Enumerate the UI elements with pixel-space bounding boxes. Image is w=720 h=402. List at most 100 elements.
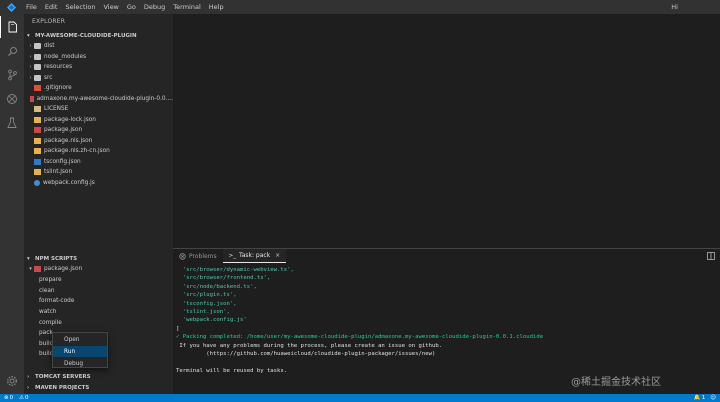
context-menu: Open Run Debug [52, 332, 108, 368]
menu-terminal[interactable]: Terminal [169, 0, 204, 14]
npm-script-item[interactable]: watch [24, 307, 173, 318]
npm-script-item[interactable]: compile [24, 317, 173, 328]
menu-selection[interactable]: Selection [61, 0, 99, 14]
file-item[interactable]: package.nls.zh-cn.json [24, 146, 173, 157]
user-greeting[interactable]: Hi [671, 0, 678, 14]
file-item[interactable]: webpack.config.js [24, 178, 173, 189]
context-menu-open[interactable]: Open [53, 334, 107, 345]
chevron-right-icon: › [29, 64, 32, 71]
file-item[interactable]: .gitignore [24, 83, 173, 94]
tree-item-label: package.nls.json [44, 137, 93, 144]
folder-item[interactable]: › src [24, 73, 173, 84]
tree-item-label: package-lock.json [44, 116, 96, 123]
tab-problems-label: Problems [189, 252, 217, 260]
tree-item-label: tslint.json [44, 169, 73, 176]
npm-script-label: prepare [39, 277, 62, 284]
json-file-icon [34, 169, 41, 176]
tomcat-title: TOMCAT SERVERS [35, 373, 91, 380]
feedback-icon[interactable]: ☺ [710, 395, 716, 401]
editor-area[interactable] [173, 14, 720, 248]
npm-script-item[interactable]: format-code [24, 296, 173, 307]
menu-help[interactable]: Help [205, 0, 228, 14]
maximize-panel-icon[interactable] [707, 252, 715, 260]
notifications-count: 1 [701, 395, 706, 401]
folder-file-icon [34, 64, 41, 71]
project-name: MY-AWESOME-CLOUDIDE-PLUGIN [35, 32, 137, 39]
title-bar: File Edit Selection View Go Debug Termin… [0, 0, 720, 14]
search-icon[interactable] [0, 40, 24, 62]
ts-file-icon [34, 158, 41, 165]
js-file-icon [34, 179, 40, 186]
terminal-line: If you have any problems during the proc… [176, 342, 443, 349]
folder-item[interactable]: › dist [24, 41, 173, 52]
license-file-icon [34, 106, 41, 113]
tree-item-label: admaxone.my-awesome-cloudide-plugin-0.0.… [36, 95, 173, 102]
folder-item[interactable]: › resources [24, 62, 173, 73]
terminal-line: 'tsconfig.json', [176, 300, 237, 307]
maven-section-header[interactable]: › MAVEN PROJECTS [24, 382, 173, 393]
file-item[interactable]: package.json [24, 125, 173, 136]
npm-package-item[interactable]: ▾ package.json [24, 264, 173, 275]
tree-item-label: .gitignore [44, 85, 72, 92]
panel-tabs: Problems >_ Task: pack × [173, 249, 720, 263]
warnings-count: 0 [25, 395, 29, 401]
file-item[interactable]: tsconfig.json [24, 157, 173, 168]
terminal-line: (https://github.com/huaweicloud/cloudide… [176, 351, 436, 358]
extensions-icon[interactable] [0, 88, 24, 110]
package-json-icon [34, 266, 41, 273]
terminal-line: 'src/browser/dynamic-webview.ts', [176, 267, 294, 273]
explorer-icon[interactable] [0, 16, 24, 38]
tab-task-pack[interactable]: >_ Task: pack × [222, 249, 287, 263]
settings-icon[interactable] [0, 370, 24, 392]
chevron-down-icon: ▾ [27, 255, 30, 262]
context-menu-run[interactable]: Run [53, 346, 107, 357]
notifications-status[interactable]: 🔔 1 [694, 395, 705, 401]
file-item[interactable]: tslint.json [24, 167, 173, 178]
terminal-line: 'src/plugin.ts', [176, 292, 237, 299]
folder-item[interactable]: › node_modules [24, 52, 173, 63]
source-control-icon[interactable] [0, 64, 24, 86]
menu-go[interactable]: Go [123, 0, 140, 14]
npm-script-item[interactable]: clean [24, 286, 173, 297]
folder-file-icon [34, 74, 41, 81]
npm-script-label: compile [39, 319, 62, 326]
terminal-line: 'tslint.json', [176, 309, 230, 316]
watermark-text: @稀土掘金技术社区 [571, 377, 661, 388]
terminal-line: ✓ Packing completed: /home/user/my-aweso… [176, 334, 544, 341]
maven-title: MAVEN PROJECTS [35, 384, 90, 391]
tab-problems[interactable]: Problems [173, 249, 223, 263]
warnings-status[interactable]: ⚠ 0 [19, 395, 28, 401]
menu-view[interactable]: View [99, 0, 122, 14]
menu-file[interactable]: File [22, 0, 41, 14]
npm-script-label: clean [39, 287, 55, 294]
file-item[interactable]: admaxone.my-awesome-cloudide-plugin-0.0.… [24, 94, 173, 105]
chevron-down-icon: ▾ [29, 266, 32, 273]
npm-script-item[interactable]: prepare [24, 275, 173, 286]
tree-item-label: node_modules [44, 53, 87, 60]
folder-file-icon [34, 53, 41, 60]
npm-scripts-section-header[interactable]: ▾ NPM SCRIPTS [24, 253, 173, 264]
close-tab-icon[interactable]: × [275, 252, 280, 259]
menu-debug[interactable]: Debug [140, 0, 169, 14]
chevron-right-icon: › [29, 43, 32, 50]
tree-item-label: tsconfig.json [44, 158, 81, 165]
sidebar-title: EXPLORER [32, 18, 66, 25]
context-menu-debug[interactable]: Debug [53, 358, 107, 369]
npm-script-label: watch [39, 309, 57, 316]
chevron-right-icon: › [27, 384, 30, 391]
menu-edit[interactable]: Edit [41, 0, 62, 14]
file-item[interactable]: LICENSE [24, 104, 173, 115]
file-item[interactable]: package-lock.json [24, 115, 173, 126]
file-item[interactable]: package.nls.json [24, 136, 173, 147]
tomcat-section-header[interactable]: › TOMCAT SERVERS [24, 371, 173, 382]
folder-file-icon [34, 43, 41, 50]
chevron-right-icon: › [29, 53, 32, 60]
errors-status[interactable]: ⊗ 0 [4, 395, 13, 401]
json-file-icon [34, 148, 41, 155]
app-logo-icon [0, 0, 22, 14]
terminal-output[interactable]: 'src/browser/dynamic-webview.ts', 'src/b… [176, 266, 716, 375]
project-section-header[interactable]: ▾ MY-AWESOME-CLOUDIDE-PLUGIN [24, 30, 173, 41]
tree-item-label: webpack.config.js [43, 179, 95, 186]
test-icon[interactable] [0, 112, 24, 134]
json-file-icon [34, 137, 41, 144]
